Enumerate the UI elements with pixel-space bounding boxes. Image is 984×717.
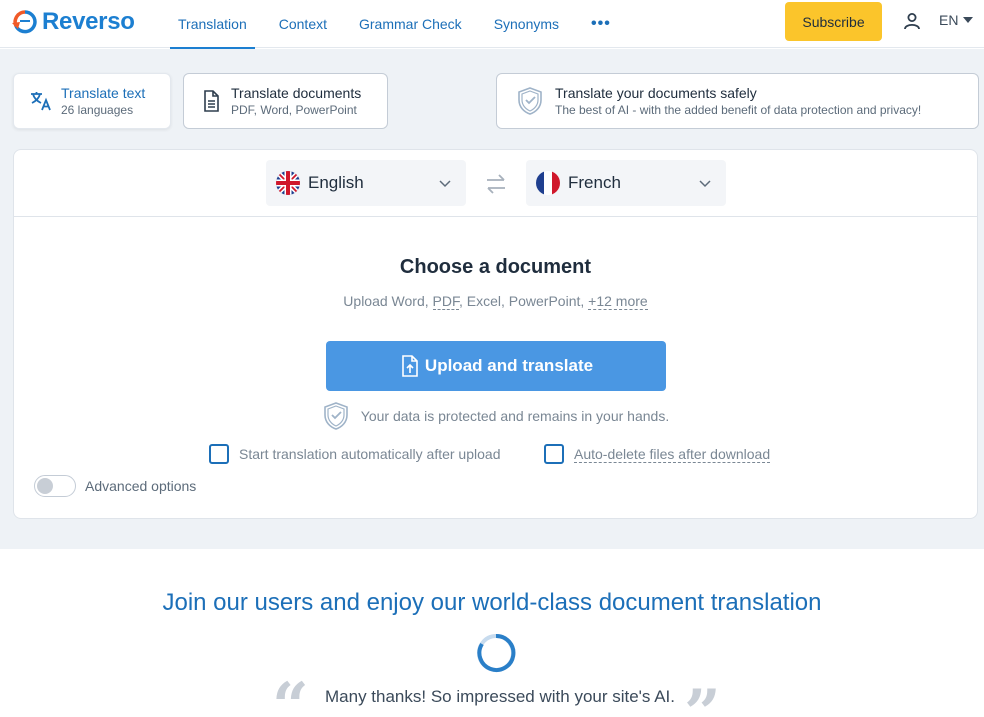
- advanced-options[interactable]: Advanced options: [34, 475, 196, 497]
- chevron-down-icon: [699, 180, 711, 188]
- mode-translate-text-title: Translate text: [61, 84, 146, 101]
- source-language-name: English: [308, 173, 364, 192]
- nav-synonyms[interactable]: Synonyms: [486, 0, 567, 48]
- protect-text: Your data is protected and remains in yo…: [360, 408, 670, 424]
- auto-delete-option[interactable]: Auto-delete files after download: [544, 444, 771, 464]
- supported-formats: Upload Word, PDF, Excel, PowerPoint, +12…: [14, 293, 977, 310]
- advanced-options-label: Advanced options: [85, 478, 197, 494]
- mode-translate-documents-subtitle: PDF, Word, PowerPoint: [231, 102, 357, 117]
- nav-context[interactable]: Context: [271, 0, 335, 48]
- user-icon[interactable]: [903, 12, 921, 30]
- translator-panel: English French Choose a document Upload …: [13, 149, 978, 519]
- subscribe-button[interactable]: Subscribe: [785, 2, 882, 41]
- document-icon: [204, 90, 219, 112]
- formats-prefix: Upload Word,: [343, 293, 433, 309]
- shield-check-icon: [323, 402, 348, 430]
- swap-languages-icon[interactable]: [484, 172, 508, 196]
- advanced-options-toggle[interactable]: [34, 475, 76, 497]
- interface-language-code: EN: [939, 12, 959, 28]
- safe-banner-subtitle: The best of AI - with the added benefit …: [555, 102, 922, 117]
- formats-pdf-link[interactable]: PDF: [432, 293, 459, 310]
- formats-middle: , Excel, PowerPoint,: [458, 293, 589, 309]
- upload-button-label: Upload and translate: [424, 356, 594, 375]
- interface-language-select[interactable]: EN: [939, 12, 974, 28]
- formats-more-link[interactable]: +12 more: [588, 293, 648, 310]
- auto-start-option[interactable]: Start translation automatically after up…: [209, 444, 500, 464]
- caret-down-icon: [963, 17, 974, 23]
- main-nav: Translation Context Grammar Check Synony…: [170, 0, 635, 49]
- close-quote-icon: ”: [684, 676, 721, 717]
- chevron-down-icon: [439, 180, 451, 188]
- nav-grammar-check[interactable]: Grammar Check: [351, 0, 470, 48]
- uk-flag-icon: [276, 171, 300, 195]
- auto-start-checkbox[interactable]: [209, 444, 229, 464]
- testimonial-text: Many thanks! So impressed with your site…: [325, 687, 676, 706]
- upload-and-translate-button[interactable]: Upload and translate: [326, 341, 666, 391]
- france-flag-icon: [536, 171, 560, 195]
- mode-translate-text[interactable]: Translate text 26 languages: [13, 73, 171, 129]
- data-protection-note: Your data is protected and remains in yo…: [14, 401, 977, 431]
- mode-translate-documents-title: Translate documents: [231, 84, 362, 101]
- reverso-logo[interactable]: Reverso: [12, 7, 135, 37]
- mode-translate-documents[interactable]: Translate documents PDF, Word, PowerPoin…: [183, 73, 388, 129]
- open-quote-icon: “: [272, 669, 309, 717]
- loading-spinner-icon: [477, 633, 516, 672]
- translate-icon: [31, 92, 51, 111]
- reverso-logo-icon: [12, 10, 37, 34]
- target-language-name: French: [568, 173, 621, 192]
- top-header: Reverso Translation Context Grammar Chec…: [0, 0, 984, 49]
- auto-start-label: Start translation automatically after up…: [239, 446, 501, 462]
- auto-delete-checkbox[interactable]: [544, 444, 564, 464]
- nav-translation[interactable]: Translation: [170, 0, 255, 49]
- toggle-knob: [37, 478, 53, 494]
- safe-translation-banner: Translate your documents safely The best…: [496, 73, 979, 129]
- logo-text: Reverso: [42, 8, 135, 35]
- mode-translate-text-subtitle: 26 languages: [61, 102, 134, 117]
- auto-delete-label: Auto-delete files after download: [574, 445, 771, 463]
- upload-file-icon: [402, 355, 418, 377]
- target-language-select[interactable]: French: [526, 160, 726, 206]
- join-heading: Join our users and enjoy our world-class…: [162, 589, 822, 616]
- nav-more-menu[interactable]: •••: [583, 0, 619, 48]
- language-bar: English French: [14, 150, 977, 217]
- choose-document-title: Choose a document: [399, 256, 592, 278]
- safe-banner-title: Translate your documents safely: [555, 84, 757, 101]
- shield-check-icon: [518, 87, 542, 115]
- source-language-select[interactable]: English: [266, 160, 466, 206]
